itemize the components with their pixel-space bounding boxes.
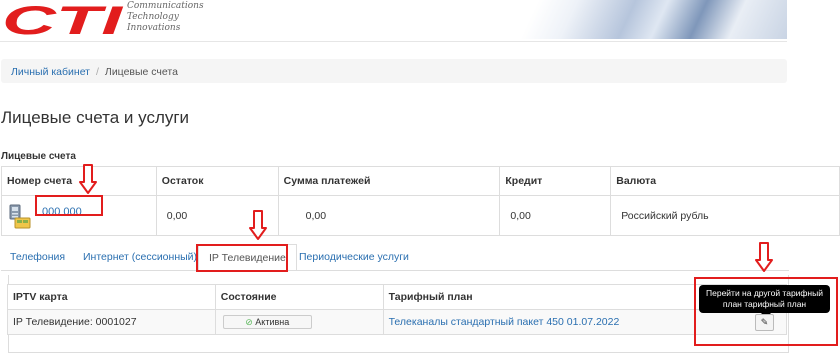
page-title: Лицевые счета и услуги [1,108,190,127]
status-label: Активна [255,317,290,327]
payments-cell: 0,00 [277,195,501,236]
column-header: IPTV карта [7,284,216,310]
status-button[interactable]: ⊘ Активна [222,315,312,329]
account-card-icon [9,204,31,229]
down-arrow-icon [755,242,773,272]
column-header: Валюта [610,166,840,196]
tab-telephony[interactable]: Телефония [10,244,65,271]
currency-cell: Российский рубль [610,195,840,236]
table-header-row: Номер счета Остаток Сумма платежей Креди… [1,166,840,196]
down-arrow-icon [249,210,267,240]
tab-internet-session[interactable]: Интернет (сессионный) [83,244,197,271]
service-tabs: Телефония Интернет (сессионный) IP Телев… [1,244,789,271]
header-banner-graphic [480,0,787,39]
column-header: Сумма платежей [277,166,501,196]
tagline-line: Technology [127,12,179,22]
column-header: Кредит [499,166,612,196]
highlight-change-plan [694,277,838,346]
table-row: IP Телевидение: 0001027 ⊘ Активна Телека… [7,309,788,335]
tabs-divider [1,270,789,271]
breadcrumb: Личный кабинет / Лицевые счета [1,59,787,83]
table-row: 000 000 0,00 0,00 0,00 Российский рубль [1,195,840,236]
tagline-line: Communications [127,1,204,11]
tagline-line: Innovations [127,23,181,33]
cti-logo[interactable]: CTI [2,1,124,39]
header-divider [0,41,787,42]
header: CTI Communications Technology Innovation… [0,0,840,40]
tariff-plan-link[interactable]: Телеканалы стандартный пакет 450 01.07.2… [389,316,620,328]
logo-tagline: Communications Technology Innovations [127,1,204,34]
tab-periodic-services[interactable]: Периодические услуги [299,244,409,271]
highlight-account-number [35,195,103,216]
column-header: Состояние [214,284,384,310]
highlight-iptv-tab [196,244,288,272]
credit-cell: 0,00 [499,195,612,236]
svg-text:CTI: CTI [2,1,124,39]
accounts-section-label: Лицевые счета [1,151,76,162]
iptv-card-cell: IP Телевидение: 0001027 [7,309,216,335]
check-circle-icon: ⊘ [245,317,253,327]
breadcrumb-separator: / [96,66,99,78]
accounts-table: Номер счета Остаток Сумма платежей Креди… [1,166,840,236]
down-arrow-icon [79,164,97,194]
iptv-status-cell: ⊘ Активна [214,309,384,335]
column-header: Остаток [155,166,279,196]
table-header-row: IPTV карта Состояние Тарифный план [7,284,788,310]
breadcrumb-home-link[interactable]: Личный кабинет [11,66,90,78]
breadcrumb-current: Лицевые счета [104,66,178,78]
iptv-table: IPTV карта Состояние Тарифный план IP Те… [7,284,788,335]
